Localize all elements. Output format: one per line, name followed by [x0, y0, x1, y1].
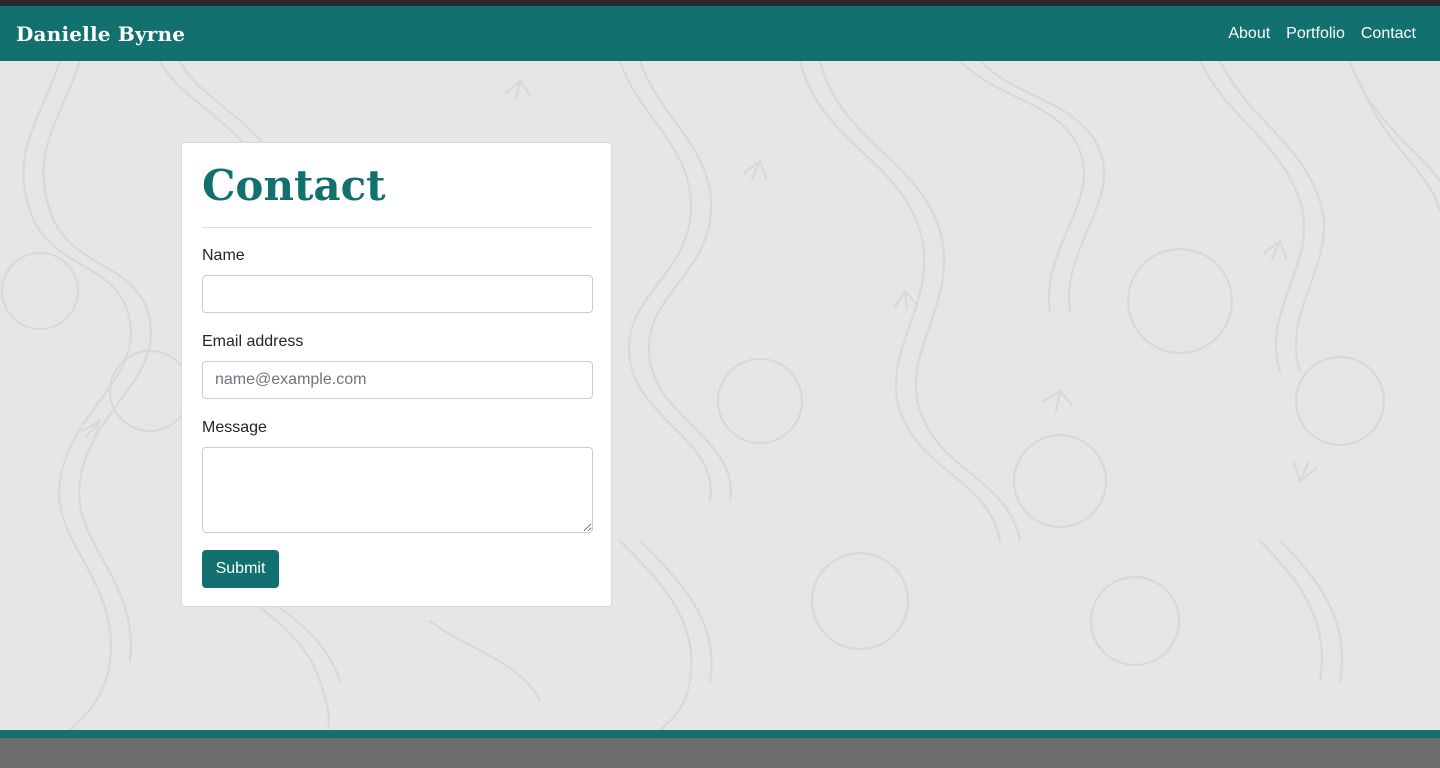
- email-label: Email address: [202, 333, 304, 350]
- footer-accent-bar: [0, 730, 1440, 738]
- contact-heading: Contact: [202, 161, 386, 210]
- top-navbar: Danielle Byrne About Portfolio Contact: [0, 6, 1440, 61]
- submit-button[interactable]: Submit: [202, 550, 279, 588]
- nav-link-about[interactable]: About: [1228, 25, 1270, 43]
- name-input[interactable]: [202, 275, 593, 313]
- nav-link-contact[interactable]: Contact: [1361, 25, 1416, 43]
- message-label: Message: [202, 419, 267, 436]
- name-label: Name: [202, 247, 245, 264]
- nav-link-portfolio[interactable]: Portfolio: [1286, 25, 1345, 43]
- footer: [0, 738, 1440, 768]
- brand-link[interactable]: Danielle Byrne: [16, 22, 185, 46]
- heading-divider: [202, 227, 592, 228]
- contact-card: Contact Name Email address Message Submi…: [181, 142, 612, 607]
- email-input[interactable]: [202, 361, 593, 399]
- message-textarea[interactable]: [202, 447, 593, 533]
- nav-links: About Portfolio Contact: [1228, 25, 1416, 43]
